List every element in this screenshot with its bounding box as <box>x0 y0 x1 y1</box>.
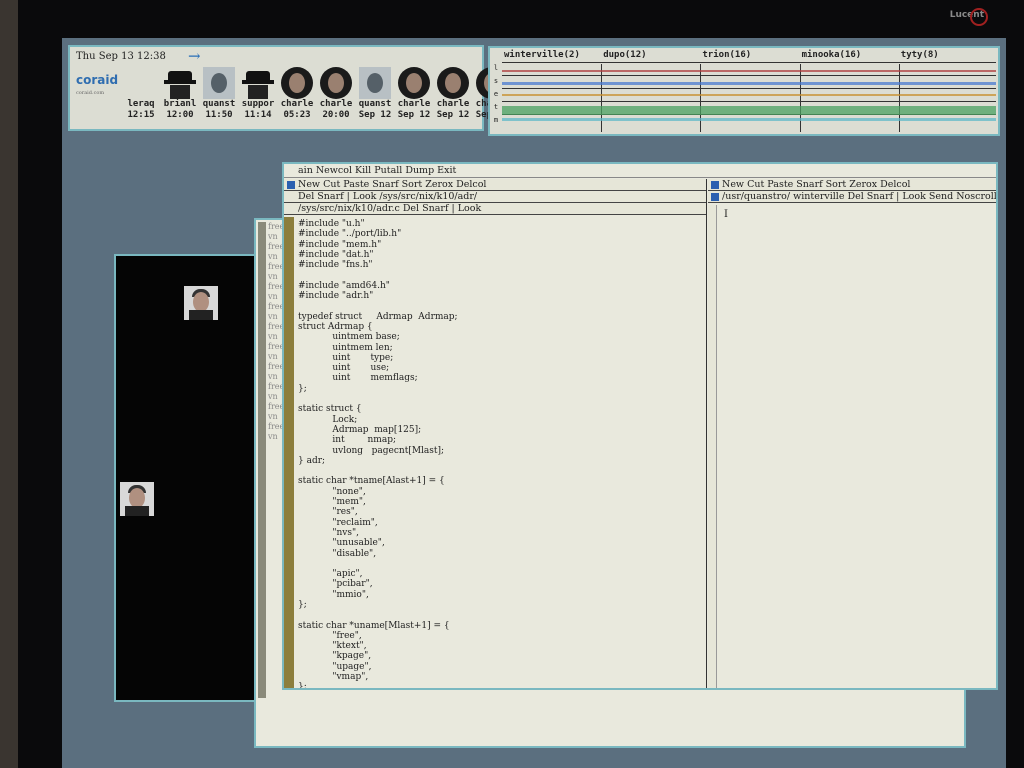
face-time: 05:23 <box>283 110 311 120</box>
face-time: 12:00 <box>166 110 194 120</box>
stat-row-label: s <box>493 77 499 85</box>
face-name: suppor <box>241 99 275 109</box>
acme-main-tag[interactable]: ain Newcol Kill Putall Dump Exit <box>284 164 996 178</box>
column-tag[interactable]: New Cut Paste Snarf Sort Zerox Delcol <box>284 179 706 191</box>
avatar <box>203 67 235 99</box>
window-tag[interactable]: /usr/quanstro/ winterville Del Snarf | L… <box>708 191 996 203</box>
face-entry[interactable]: charleSep 12 <box>395 67 433 121</box>
avatar <box>398 67 430 99</box>
avatar[interactable] <box>184 286 218 320</box>
window-handle-icon[interactable] <box>711 193 719 201</box>
host-label[interactable]: minooka(16) <box>802 50 862 60</box>
avatar <box>359 67 391 99</box>
stat-row-label: e <box>493 90 499 98</box>
face-name: quanst <box>358 99 392 109</box>
scrollbar[interactable] <box>708 205 717 688</box>
stat-graph <box>502 82 996 85</box>
face-entry[interactable]: suppor 11:14 <box>239 67 277 121</box>
stat-graph <box>502 70 996 72</box>
acme-column-2[interactable]: New Cut Paste Snarf Sort Zerox Delcol /u… <box>708 179 996 688</box>
monitor-edge <box>0 0 18 768</box>
stats-window[interactable]: winterville(2) dupo(12) trion(16) minooka(1… <box>488 46 1000 136</box>
face-entry[interactable]: quanst Sep 12 <box>356 67 394 121</box>
host-label[interactable]: trion(16) <box>702 50 751 60</box>
avatar <box>281 67 313 99</box>
face-name: charle <box>436 99 470 109</box>
coraid-tagline: coraid.com <box>76 90 105 96</box>
column-tag-text[interactable]: New Cut Paste Snarf Sort Zerox Delcol <box>298 179 486 190</box>
stat-graph <box>502 106 996 115</box>
face-entry[interactable]: quanst 11:50 <box>200 67 238 121</box>
face-entry[interactable]: charleSep 12 <box>434 67 472 121</box>
column-tag-text[interactable]: New Cut Paste Snarf Sort Zerox Delcol <box>722 179 910 190</box>
coraid-logo: coraid <box>76 73 119 87</box>
face-entry[interactable]: charle 20:00 <box>317 67 355 121</box>
face-name: charle <box>280 99 314 109</box>
face-name: leraq <box>127 99 155 109</box>
stat-row-label: l <box>493 64 499 72</box>
face-name: charle <box>397 99 431 109</box>
acme-column-1[interactable]: New Cut Paste Snarf Sort Zerox Delcol De… <box>284 179 707 688</box>
face-time: 11:14 <box>244 110 272 120</box>
face-time: 11:50 <box>205 110 233 120</box>
host-label[interactable]: dupo(12) <box>603 50 646 60</box>
window-tag-text[interactable]: /usr/quanstro/ winterville Del Snarf | L… <box>722 191 996 202</box>
face-name: quanst <box>202 99 236 109</box>
window-tag[interactable]: /sys/src/nix/k10/adr.c Del Snarf | Look <box>284 203 706 215</box>
avatar <box>125 67 157 99</box>
face-entry[interactable]: leraq 12:15 <box>122 67 160 121</box>
stat-graph <box>502 94 996 96</box>
face-name: charle <box>319 99 353 109</box>
avatar <box>320 67 352 99</box>
clock-date: Thu Sep 13 12:38 <box>76 51 166 62</box>
arrow-right-icon[interactable]: → <box>188 47 201 65</box>
editor-body[interactable]: #include "u.h" #include "../port/lib.h" … <box>284 217 706 688</box>
face-entry[interactable]: brianl 12:00 <box>161 67 199 121</box>
stat-row-label: t <box>493 103 499 111</box>
avatar[interactable] <box>120 482 154 516</box>
stat-row-label: m <box>493 116 499 124</box>
host-label[interactable]: winterville(2) <box>504 50 580 60</box>
face-time: Sep 12 <box>436 110 470 120</box>
text-cursor: I <box>724 209 728 220</box>
stat-graph <box>502 118 996 121</box>
host-label[interactable]: tyty(8) <box>901 50 939 60</box>
column-handle-icon[interactable] <box>711 181 719 189</box>
avatar <box>437 67 469 99</box>
acme-editor[interactable]: ain Newcol Kill Putall Dump Exit New Cut… <box>282 162 998 690</box>
face-entry[interactable]: charle 05:23 <box>278 67 316 121</box>
scrollbar[interactable] <box>258 222 266 698</box>
scrollbar[interactable] <box>284 217 294 688</box>
spy-icon <box>164 67 196 99</box>
source-code[interactable]: #include "u.h" #include "../port/lib.h" … <box>298 219 458 688</box>
face-time: Sep 12 <box>397 110 431 120</box>
terminal-body[interactable]: I <box>708 205 996 688</box>
screen: Thu Sep 13 12:38 → coraid coraid.com ler… <box>62 38 1006 768</box>
spy-icon <box>242 67 274 99</box>
window-tag[interactable]: Del Snarf | Look /sys/src/nix/k10/adr/ <box>284 191 706 203</box>
face-name: brianl <box>163 99 197 109</box>
black-window[interactable] <box>114 254 256 702</box>
column-handle-icon[interactable] <box>287 181 295 189</box>
faces-window[interactable]: Thu Sep 13 12:38 → coraid coraid.com ler… <box>68 45 508 131</box>
column-tag[interactable]: New Cut Paste Snarf Sort Zerox Delcol <box>708 179 996 191</box>
face-time: 20:00 <box>322 110 350 120</box>
face-time: 12:15 <box>127 110 155 120</box>
brand-logo-icon <box>970 8 988 26</box>
face-time: Sep 12 <box>358 110 392 120</box>
